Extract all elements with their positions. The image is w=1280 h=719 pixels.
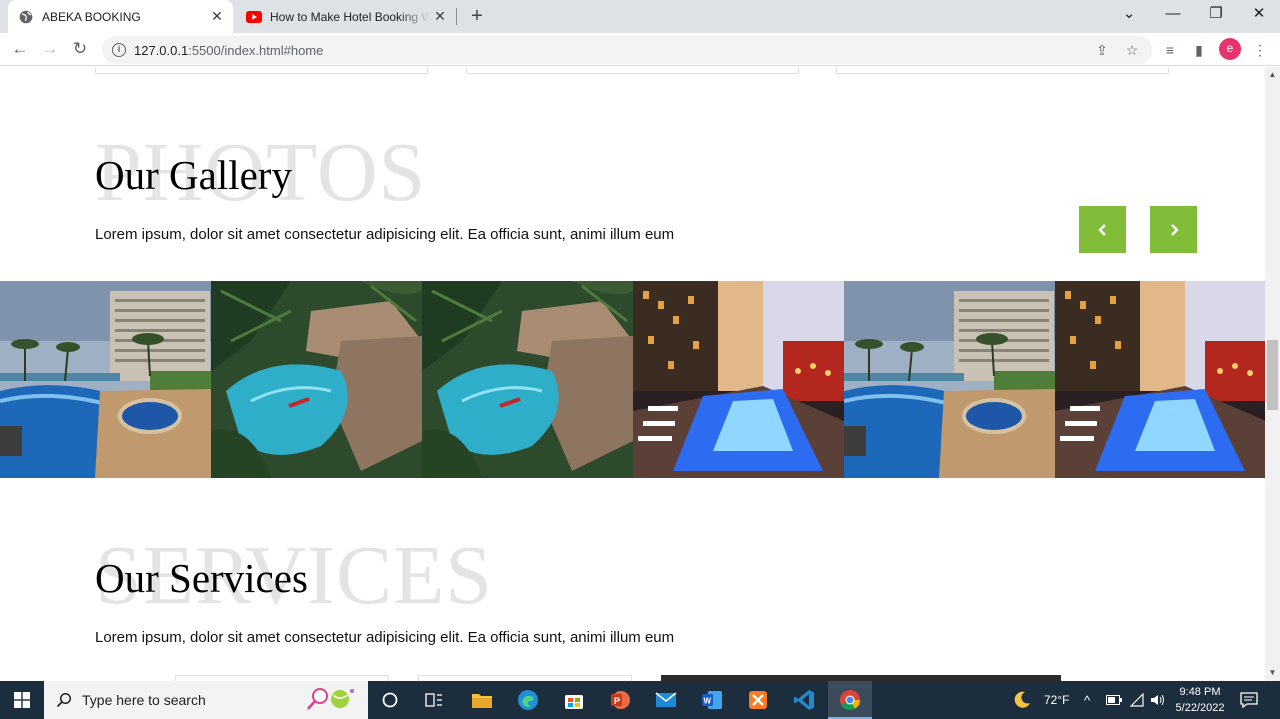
gallery-description: Lorem ipsum, dolor sit amet consectetur …: [95, 226, 675, 243]
clock-date: 5/22/2022: [1175, 702, 1225, 714]
xampp-icon[interactable]: [738, 685, 778, 715]
services-title: Our Services: [95, 555, 308, 601]
moon-icon: [1014, 691, 1030, 708]
tray-overflow-chevron-icon[interactable]: ^: [1084, 681, 1090, 719]
new-tab-button[interactable]: +: [466, 4, 488, 28]
services-description: Lorem ipsum, dolor sit amet consectetur …: [95, 629, 675, 646]
svg-text:W: W: [704, 697, 712, 706]
url-text: 127.0.0.1:5500/index.html#home: [134, 42, 324, 58]
bookmark-star-icon[interactable]: ☆: [1121, 39, 1143, 61]
weather-temperature: 72°F: [1044, 693, 1070, 707]
gallery-photo-city-rooftop-pool[interactable]: [633, 281, 844, 478]
gallery-photo-resort-pool[interactable]: [0, 281, 211, 478]
reload-icon[interactable]: ↻: [68, 37, 92, 61]
page-viewport: PHOTOS Our Gallery Lorem ipsum, dolor si…: [0, 67, 1265, 681]
tab-youtube-video[interactable]: How to Make Hotel Booking Web ✕: [236, 0, 456, 33]
tab-abeka-booking[interactable]: ABEKA BOOKING ✕: [8, 0, 233, 33]
reading-list-icon[interactable]: ≡: [1159, 39, 1181, 61]
room-card: [466, 67, 799, 74]
search-highlight-icon: [302, 685, 358, 716]
close-tab-icon[interactable]: ✕: [207, 8, 227, 25]
microsoft-store-icon[interactable]: [554, 685, 594, 715]
task-view-icon[interactable]: [414, 685, 454, 715]
windows-start-button[interactable]: [0, 681, 44, 719]
svg-text:P: P: [614, 696, 620, 706]
scroll-up-arrow-icon[interactable]: ▲: [1268, 70, 1277, 79]
chevron-right-icon: [1170, 223, 1179, 236]
edge-browser-icon[interactable]: [508, 685, 548, 715]
browser-toolbar: ← → ↻ i 127.0.0.1:5500/index.html#home ⇪…: [0, 33, 1280, 66]
chevron-left-icon: [1097, 223, 1106, 236]
address-bar[interactable]: i 127.0.0.1:5500/index.html#home: [102, 36, 1152, 64]
restore-button[interactable]: ❐: [1194, 0, 1238, 30]
share-icon[interactable]: ⇪: [1091, 39, 1113, 61]
page-scrollbar[interactable]: ▲ ▼: [1265, 67, 1280, 681]
word-icon[interactable]: W: [692, 685, 732, 715]
gallery-photo-jungle-pool[interactable]: [211, 281, 422, 478]
cortana-icon[interactable]: [370, 685, 410, 715]
gallery-photo-city-rooftop-pool[interactable]: [1055, 281, 1265, 478]
back-arrow-icon[interactable]: ←: [8, 37, 32, 61]
gallery-strip: [0, 281, 1265, 478]
gallery-prev-button[interactable]: [1079, 206, 1126, 253]
room-card: [95, 67, 428, 74]
tab-divider: [456, 8, 457, 25]
gallery-next-button[interactable]: [1150, 206, 1197, 253]
taskbar-search-box[interactable]: Type here to search: [44, 681, 368, 719]
chrome-icon[interactable]: [830, 685, 870, 715]
scrollbar-thumb[interactable]: [1267, 340, 1278, 410]
windows-logo-icon: [14, 692, 30, 708]
info-icon[interactable]: i: [112, 43, 126, 57]
notification-center-icon[interactable]: [1240, 681, 1258, 719]
gallery-photo-resort-pool[interactable]: [844, 281, 1055, 478]
globe-icon: [18, 9, 34, 25]
tab-search-icon[interactable]: ⌄: [1107, 0, 1151, 30]
mail-icon[interactable]: [646, 685, 686, 715]
gallery-photo-jungle-pool[interactable]: [422, 281, 633, 478]
system-clock[interactable]: 9:48 PM 5/22/2022: [1170, 684, 1230, 716]
powerpoint-icon[interactable]: P: [600, 685, 640, 715]
room-card: [836, 67, 1169, 74]
tab-title: ABEKA BOOKING: [42, 9, 141, 24]
youtube-icon: [246, 9, 262, 25]
weather-widget[interactable]: 72°F: [1012, 681, 1069, 719]
tab-strip: ABEKA BOOKING ✕ How to Make Hotel Bookin…: [0, 0, 1280, 33]
side-panel-icon[interactable]: ▮: [1188, 39, 1210, 61]
taskbar: Type here to search P W 72°F ^ 9:48 PM 5…: [0, 681, 1280, 719]
profile-avatar[interactable]: e: [1219, 38, 1241, 60]
forward-arrow-icon[interactable]: →: [38, 37, 62, 61]
minimize-button[interactable]: —: [1151, 0, 1195, 30]
tab-title: How to Make Hotel Booking Web: [270, 9, 430, 24]
close-tab-icon[interactable]: ✕: [430, 8, 450, 25]
battery-icon[interactable]: [1106, 681, 1122, 719]
gallery-title: Our Gallery: [95, 152, 292, 198]
vscode-icon[interactable]: [784, 685, 824, 715]
search-placeholder: Type here to search: [82, 692, 206, 708]
menu-dots-icon[interactable]: ⋮: [1249, 39, 1271, 61]
close-window-button[interactable]: ✕: [1237, 0, 1280, 30]
search-icon: [56, 692, 72, 708]
clock-time: 9:48 PM: [1179, 686, 1221, 698]
volume-icon[interactable]: [1150, 681, 1166, 719]
wifi-icon[interactable]: [1130, 681, 1144, 719]
file-explorer-icon[interactable]: [462, 685, 502, 715]
scroll-down-arrow-icon[interactable]: ▼: [1268, 668, 1277, 677]
